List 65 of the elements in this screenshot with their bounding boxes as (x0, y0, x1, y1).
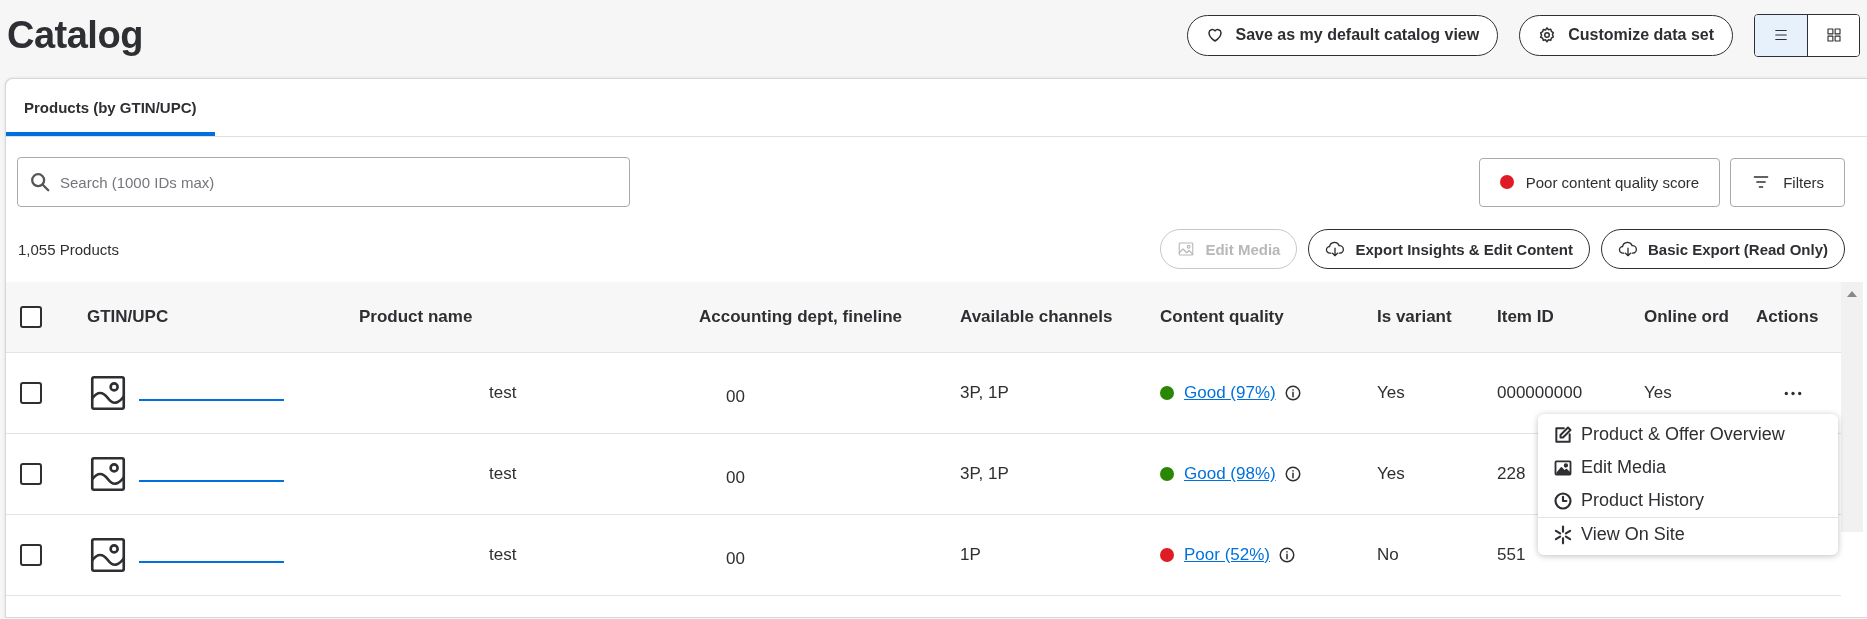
table-cell: 3P, 1P (960, 464, 1009, 484)
clock-icon (1553, 490, 1573, 511)
column-header: Actions (1756, 307, 1819, 327)
filters-button[interactable]: Filters (1730, 157, 1845, 207)
table-cell: Yes (1377, 464, 1405, 484)
spark-icon (1553, 524, 1573, 545)
quality-link[interactable]: Good (97%) (1184, 383, 1276, 403)
row-checkbox[interactable] (20, 463, 42, 485)
table-cell: Yes (1644, 383, 1672, 403)
quality-link[interactable]: Good (98%) (1184, 464, 1276, 484)
export-button[interactable]: Export Insights & Edit Content (1308, 229, 1590, 269)
select-all-checkbox[interactable] (20, 306, 42, 328)
table-cell: Yes (1377, 383, 1405, 403)
menu-item[interactable]: Edit Media (1538, 451, 1838, 484)
search-field[interactable]: Search (1000 IDs max) (17, 157, 630, 207)
search-icon (29, 171, 51, 193)
table-cell: 551 (1497, 545, 1526, 565)
menu-item[interactable]: Product & Offer Overview (1538, 418, 1838, 451)
column-header: Is variant (1377, 307, 1452, 327)
scroll-up-arrow-icon (1846, 290, 1858, 298)
column-header: Product name (359, 307, 473, 327)
product-name: test (489, 383, 517, 403)
image-icon (1177, 240, 1196, 258)
column-header: Item ID (1497, 307, 1554, 327)
export-button[interactable]: Basic Export (Read Only) (1600, 229, 1845, 269)
info-icon (1283, 384, 1302, 402)
table-cell: 3P, 1P (960, 383, 1009, 403)
settings-icon (1538, 26, 1557, 44)
table-cell: 000000000 (1497, 383, 1583, 403)
row-checkbox[interactable] (20, 382, 42, 404)
row-checkbox[interactable] (20, 544, 42, 566)
edit-icon (1553, 424, 1573, 445)
table-cell: No (1377, 545, 1399, 565)
cloud-download-icon (1617, 239, 1638, 259)
column-header: Available channels (960, 307, 1113, 327)
column-header: GTIN/UPC (87, 307, 169, 327)
more-icon[interactable] (1783, 389, 1803, 397)
product-count: 1,055 Products (18, 240, 120, 258)
customize-button[interactable]: Customize data set (1519, 14, 1733, 56)
quality-filter-button[interactable]: Poor content quality score (1478, 157, 1721, 207)
save-default-view-button[interactable]: Save as my default catalog view (1186, 14, 1499, 56)
grid-view-icon (1824, 26, 1843, 44)
cloud-download-icon (1325, 239, 1346, 259)
grid-view-button[interactable] (1807, 14, 1859, 56)
menu-item[interactable]: Product History (1538, 484, 1838, 517)
table-cell: 00 (726, 549, 745, 569)
page-title: Catalog (7, 13, 144, 58)
menu-item[interactable]: View On Site (1538, 518, 1838, 551)
column-header: Online ord (1644, 307, 1729, 327)
column-header: Content quality (1160, 307, 1284, 327)
product-name: test (489, 545, 517, 565)
tab[interactable]: Products (by GTIN/UPC) (6, 79, 215, 136)
column-header: Accounting dept, fineline (699, 307, 903, 327)
quality-link[interactable]: Poor (52%) (1184, 545, 1270, 565)
image-icon (1553, 457, 1573, 478)
list-view-button[interactable] (1755, 14, 1807, 56)
product-name: test (489, 464, 517, 484)
table-cell: 1P (960, 545, 981, 565)
table-cell: 00 (726, 387, 745, 407)
table-cell: 00 (726, 468, 745, 488)
status-dot-icon (1499, 175, 1514, 189)
info-icon (1278, 546, 1296, 564)
info-icon (1283, 465, 1302, 483)
table-cell: 228 (1497, 464, 1526, 484)
heart-icon (1205, 26, 1224, 44)
